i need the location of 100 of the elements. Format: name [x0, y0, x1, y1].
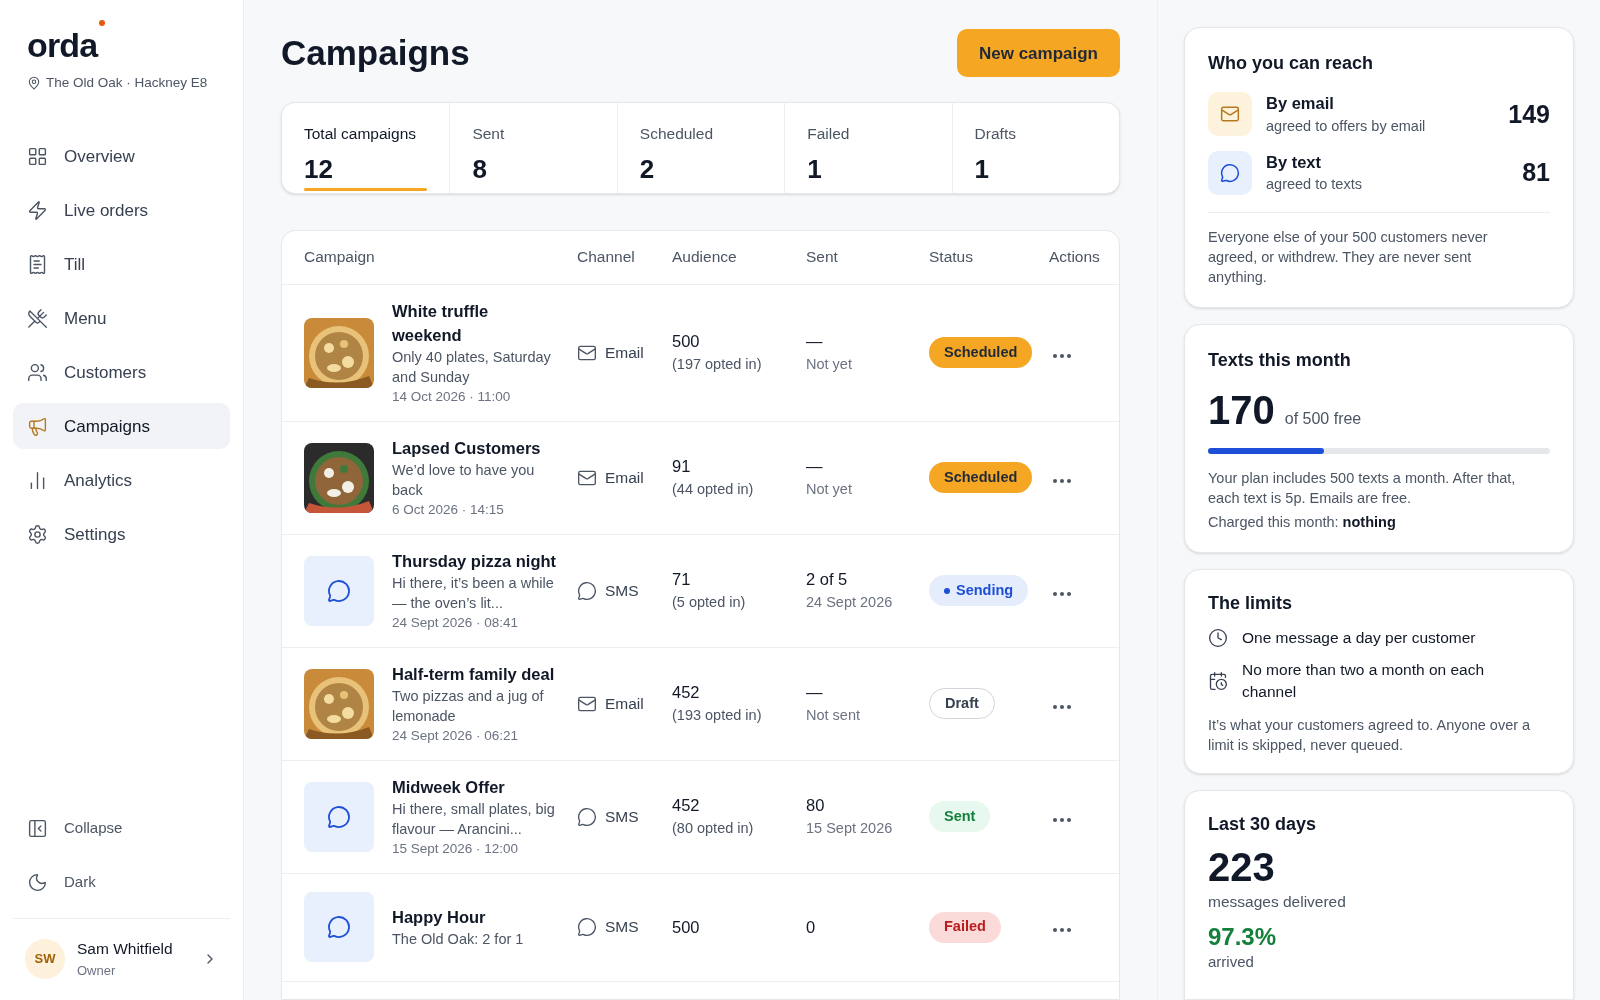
audience-count: 452	[672, 795, 701, 817]
channel-label: Email	[605, 342, 644, 363]
plan-note: Your plan includes 500 texts a month. After that, each text is 5p. Emails are free.	[1208, 469, 1517, 508]
audience-count: 71	[672, 569, 692, 591]
status-badge: Sending	[929, 575, 1029, 606]
status-badge: Scheduled	[929, 462, 1033, 493]
campaign-date: 6 Oct 2026 · 14:15	[392, 500, 505, 519]
sent-note: 15 Sept 2026	[806, 819, 894, 838]
nav-item[interactable]: Campaigns	[13, 403, 230, 450]
user-role: Owner	[77, 961, 117, 980]
receipt-icon	[27, 253, 48, 275]
table-row[interactable]: Midweek Offer Hi there, small plates, big flavour — Arancini... 15 Sept 2026 · 12:00 SMS 452 (80 opted in) 80 15 Sept 2026 Sent	[282, 760, 1119, 874]
chat-bubble-icon	[327, 804, 351, 829]
sent-value: 80	[806, 795, 826, 817]
panel-icon	[27, 817, 48, 839]
nav-item[interactable]: Customers	[13, 349, 230, 396]
sent-value: —	[806, 331, 824, 353]
lightning-icon	[27, 199, 48, 221]
stat-tab[interactable]: Drafts 1	[951, 102, 1119, 193]
nav-item[interactable]: Till	[13, 241, 230, 288]
campaign-date: 24 Sept 2026 · 06:21	[392, 726, 520, 745]
stat-tab[interactable]: Total campaigns 12	[282, 102, 450, 193]
sent-note: Not yet	[806, 480, 853, 499]
chat-bubble-icon	[327, 915, 351, 939]
channel-label: Email	[605, 693, 644, 714]
settings-icon	[27, 523, 48, 545]
users-icon	[27, 361, 48, 383]
charged-note: Charged this month: nothing	[1208, 513, 1397, 532]
arrived-label: arrived	[1208, 952, 1255, 972]
nav-item[interactable]: Menu	[13, 295, 230, 342]
ellipsis-icon	[1053, 928, 1071, 932]
stat-tab[interactable]: Scheduled 2	[616, 102, 785, 193]
channel-note: agreed to texts	[1266, 175, 1363, 195]
delivered-label: messages delivered	[1208, 891, 1347, 912]
audience-count: 500	[672, 916, 701, 938]
channel-title: By email	[1266, 93, 1335, 114]
logo: orda	[27, 26, 98, 64]
sent-value: 2 of 5	[806, 569, 849, 591]
table-row[interactable]: White truffle weekend Only 40 plates, Saturday and Sunday 14 Oct 2026 · 11:00 Email 500 (197 opted in) — Not yet Scheduled	[282, 284, 1119, 422]
ellipsis-icon	[1053, 478, 1071, 483]
column-header: Actions	[1049, 247, 1100, 268]
new-campaign-button[interactable]: New campaign	[956, 29, 1120, 78]
card-title: The limits	[1208, 591, 1293, 615]
texts-count: 170	[1208, 387, 1275, 434]
audience-count: 500	[672, 331, 701, 353]
chat-bubble-icon	[1220, 162, 1240, 183]
channel-label: SMS	[605, 580, 639, 601]
chat-bubble-icon	[577, 806, 597, 827]
clock-icon	[1208, 627, 1228, 648]
table-row[interactable]: Happy Hour The Old Oak: 2 for 1 SMS 500 0 Failed	[282, 873, 1119, 982]
delivered-count: 223	[1208, 843, 1276, 890]
column-header: Sent	[806, 247, 839, 268]
stat-tab[interactable]: Sent 8	[449, 102, 617, 193]
sent-value: —	[806, 456, 824, 478]
status-badge: Scheduled	[929, 337, 1033, 368]
nav-item[interactable]: Analytics	[13, 457, 230, 504]
card-title: Who you can reach	[1208, 52, 1375, 75]
calendar-clock-icon	[1208, 670, 1228, 691]
channel-label: Email	[605, 467, 644, 488]
chat-bubble-icon	[577, 580, 597, 601]
campaign-description: Hi there, small plates, big flavour — Arancini...	[392, 799, 556, 839]
table-row[interactable]: Lapsed Customers We’d love to have you back 6 Oct 2026 · 14:15 Email 91 (44 opted in) — Not yet Scheduled	[282, 421, 1119, 535]
ellipsis-icon	[1053, 353, 1071, 358]
page-title: Campaigns	[281, 32, 470, 74]
chat-bubble-icon	[577, 917, 597, 937]
location-text: The Old Oak · Hackney E8	[46, 74, 208, 92]
stat-tab[interactable]: Failed 1	[784, 102, 952, 193]
texts-allowance: of 500 free	[1284, 409, 1362, 429]
nav-item[interactable]: Settings	[13, 511, 230, 558]
reach-count: 81	[1522, 157, 1550, 188]
opted-in-count: (197 opted in)	[672, 355, 763, 374]
ellipsis-icon	[1053, 817, 1071, 822]
utensils-icon	[27, 307, 48, 329]
card-title: Texts this month	[1208, 349, 1352, 372]
megaphone-icon	[27, 415, 48, 437]
opted-in-count: (44 opted in)	[672, 480, 755, 499]
campaign-name: Thursday pizza night	[392, 550, 557, 572]
campaign-date: 24 Sept 2026 · 08:41	[392, 613, 520, 632]
card-title: Last 30 days	[1208, 812, 1318, 836]
campaign-date: 15 Sept 2026 · 12:00	[392, 839, 520, 858]
nav-item[interactable]: Overview	[13, 133, 230, 180]
campaign-description: Only 40 plates, Saturday and Sunday	[392, 347, 552, 387]
table-row[interactable]: Thursday pizza night Hi there, it’s been a while — the oven’s lit... 24 Sept 2026 · 08:41 SMS 71 (5 opted in) 2 of 5 24 Sept 2026 Sending	[282, 534, 1119, 648]
campaign-name: Midweek Offer	[392, 776, 506, 798]
grid-icon	[27, 145, 48, 167]
nav-item[interactable]: Live orders	[13, 187, 230, 234]
campaign-name: Happy Hour	[392, 907, 487, 928]
sent-note: Not yet	[806, 355, 853, 374]
opted-in-count: (193 opted in)	[672, 706, 763, 725]
limits-note: It’s what your customers agreed to. Anyone over a limit is skipped, never queued.	[1208, 715, 1532, 755]
user-menu[interactable]: SW Sam Whitfield Owner	[13, 929, 230, 988]
sidebar-action[interactable]: Dark	[13, 860, 230, 905]
opted-in-count: (5 opted in)	[672, 593, 747, 612]
table-row[interactable]: Half-term family deal Two pizzas and a jug of lemonade 24 Sept 2026 · 06:21 Email 452 (193 opted in) — Not sent Draft	[282, 647, 1119, 761]
sidebar-action[interactable]: Collapse	[13, 806, 230, 851]
status-badge: Sent	[929, 801, 991, 832]
status-badge: Draft	[929, 688, 995, 719]
ellipsis-icon	[1053, 704, 1071, 709]
limit-text: No more than two a month on each channel	[1242, 659, 1486, 702]
sent-value: 0	[806, 916, 817, 938]
